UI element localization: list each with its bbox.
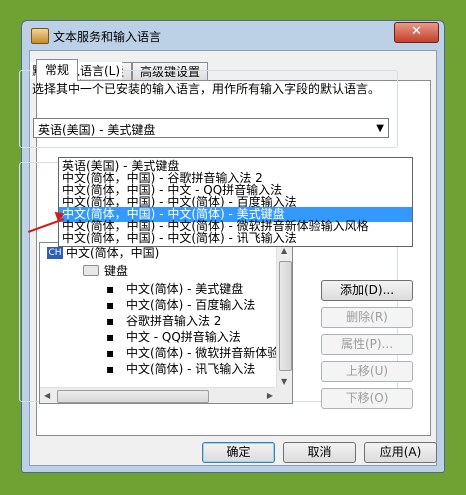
scrollbar-corner	[276, 387, 292, 403]
selected-language: 英语(美国) - 美式键盘	[38, 123, 156, 137]
chevron-down-icon[interactable]: ▼	[376, 119, 384, 139]
default-language-select[interactable]: 英语(美国) - 美式键盘 ▼	[33, 118, 389, 138]
tree-item[interactable]: ▪ 中文 - QQ拼音输入法	[106, 329, 241, 345]
horizontal-scroll-thumb[interactable]	[57, 390, 209, 403]
tree-item[interactable]: ▪ 中文(简体) - 百度输入法	[106, 297, 255, 313]
title-bar[interactable]: 文本服务和输入语言 ✕	[22, 21, 444, 51]
tab-general[interactable]: 常规	[36, 59, 78, 81]
dropdown-option[interactable]: 中文(简体，中国) - 中文(简体) - 讯飞输入法	[59, 231, 412, 246]
move-up-button[interactable]: 上移(U)	[321, 361, 413, 382]
tree-item-label: 中文(简体) - 百度输入法	[125, 298, 256, 312]
vertical-scroll-thumb[interactable]	[279, 261, 292, 371]
tree-item-label: 中文 - QQ拼音输入法	[125, 330, 241, 344]
installed-services-tree[interactable]: CH 中文(简体，中国) 键盘 ▪ 中文(简体) - 美式键盘 ▪ 中文(简体)…	[39, 242, 293, 404]
default-language-description: 选择其中一个已安装的输入语言，用作所有输入字段的默认语言。	[32, 82, 381, 96]
tree-item[interactable]: ▪ 中文(简体) - 讯飞输入法	[106, 361, 255, 377]
tree-item-label: 中文(简体) - 讯飞输入法	[125, 362, 256, 376]
tree-item-label: 谷歌拼音输入法 2	[125, 314, 222, 328]
horizontal-scrollbar[interactable]: ◀ ▶	[40, 387, 277, 403]
tree-item[interactable]: ▪ 中文(简体) - 微软拼音新体验输	[106, 345, 291, 361]
remove-button[interactable]: 删除(R)	[321, 307, 413, 328]
language-dropdown-list[interactable]: 英语(美国) - 美式键盘 中文(简体，中国) - 谷歌拼音输入法 2 中文(简…	[58, 157, 413, 247]
scroll-up-icon[interactable]: ▲	[281, 246, 287, 255]
app-icon	[31, 28, 49, 44]
tree-category-label: 键盘	[104, 264, 129, 278]
keyboard-icon	[83, 265, 99, 276]
tree-item-label: 中文(简体) - 美式键盘	[125, 282, 244, 296]
apply-button[interactable]: 应用(A)	[364, 442, 437, 463]
language-badge-icon: CH	[47, 247, 63, 259]
tree-item[interactable]: ▪ 谷歌拼音输入法 2	[106, 313, 221, 329]
scroll-down-icon[interactable]: ▼	[281, 377, 287, 386]
properties-button[interactable]: 属性(P)...	[321, 334, 413, 355]
tree-item-label: 中文(简体) - 微软拼音新体验输	[125, 346, 292, 360]
tree-item[interactable]: ▪ 中文(简体) - 美式键盘	[106, 281, 243, 297]
scroll-right-icon[interactable]: ▶	[267, 391, 273, 400]
move-down-button[interactable]: 下移(O)	[321, 388, 413, 409]
window-title: 文本服务和输入语言	[53, 30, 162, 44]
vertical-scrollbar[interactable]: ▲ ▼	[276, 243, 292, 389]
close-button[interactable]: ✕	[394, 22, 439, 43]
tree-language-label: 中文(简体，中国)	[66, 246, 160, 260]
ok-button[interactable]: 确定	[202, 442, 275, 463]
cancel-button[interactable]: 取消	[283, 442, 356, 463]
add-button[interactable]: 添加(D)...	[321, 280, 413, 301]
scroll-left-icon[interactable]: ◀	[44, 391, 50, 400]
